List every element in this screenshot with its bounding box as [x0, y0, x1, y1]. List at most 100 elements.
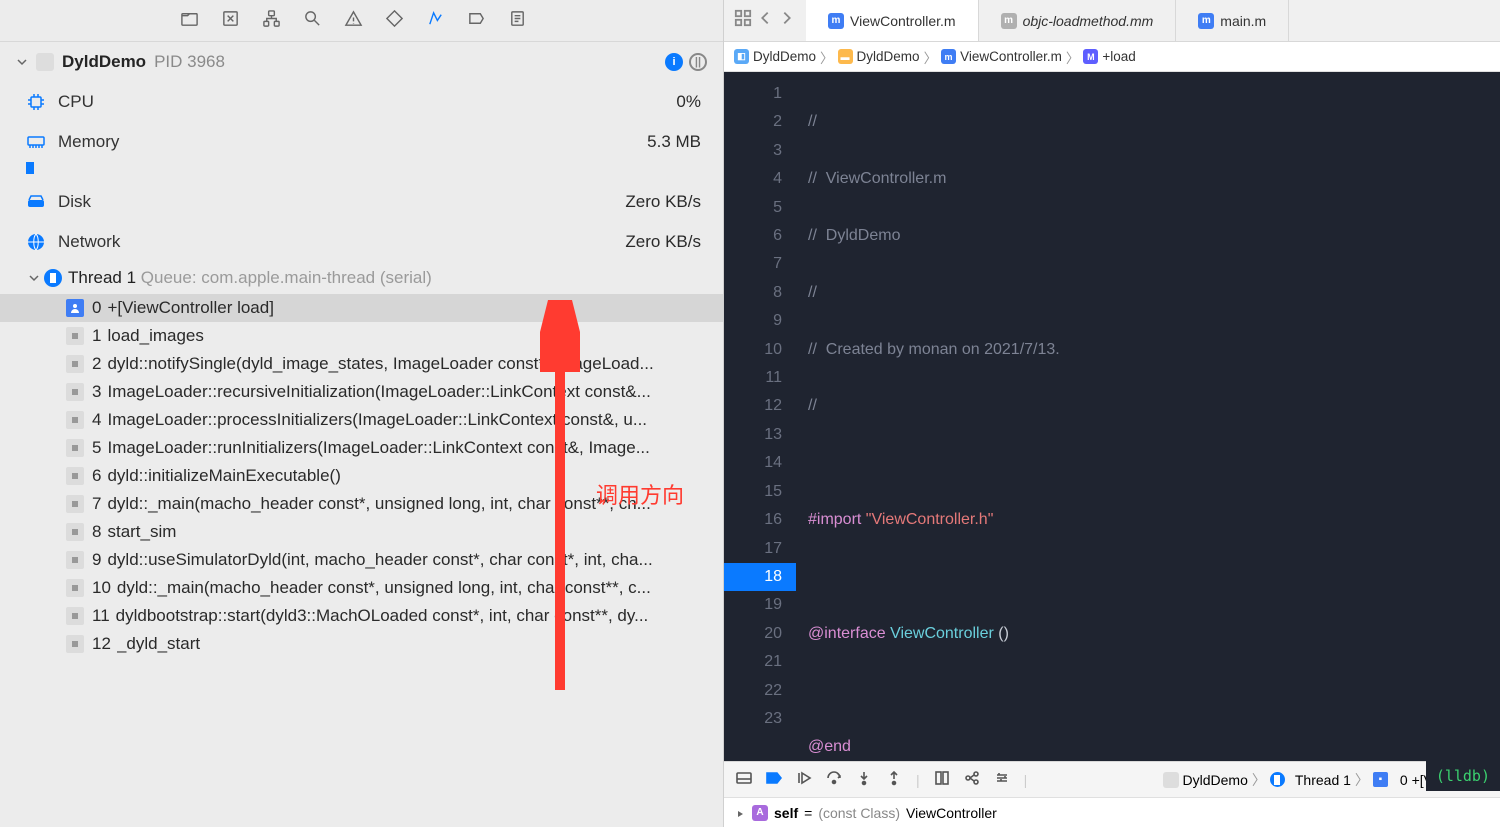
stack-frame[interactable]: 5 ImageLoader::runInitializers(ImageLoade…: [0, 434, 723, 462]
objc-mm-icon: m: [1001, 13, 1017, 29]
frame-symbol: +[ViewController load]: [107, 298, 273, 318]
user-frame-icon: [66, 299, 84, 317]
disclosure-icon: [16, 56, 28, 68]
file-m-icon: m: [941, 49, 956, 64]
disclosure-icon: [736, 808, 746, 818]
forward-icon[interactable]: [778, 9, 796, 32]
stack-frame[interactable]: 12_dyld_start: [0, 630, 723, 658]
stack-frame[interactable]: 11 dyldbootstrap::start(dyld3::MachOLoade…: [0, 602, 723, 630]
info-badge[interactable]: i: [665, 53, 683, 71]
stack-frame[interactable]: 1load_images: [0, 322, 723, 350]
frame-number: 5: [92, 438, 101, 458]
tag-icon[interactable]: [385, 9, 404, 33]
env-overrides-icon[interactable]: [994, 770, 1010, 789]
code-editor[interactable]: 1234567891011121314151617181920212223 //…: [724, 72, 1500, 761]
dbg-app[interactable]: DyldDemo: [1183, 772, 1248, 788]
frame-symbol: dyld::_main(macho_header const*, unsigne…: [107, 494, 650, 514]
thread-icon: [1270, 772, 1285, 787]
debug-navigator: DyldDemo PID 3968 i || CPU 0% Memory 5.3…: [0, 0, 724, 827]
frame-number: 0: [92, 298, 101, 318]
tab-loadmethod[interactable]: m objc-loadmethod.mm: [979, 0, 1177, 41]
memory-graph-icon[interactable]: [964, 770, 980, 789]
tab-bar: m ViewController.m m objc-loadmethod.mm …: [724, 0, 1500, 42]
process-header[interactable]: DyldDemo PID 3968 i ||: [0, 42, 723, 82]
stack-frame[interactable]: 9dyld::useSimulatorDyld(int, macho_heade…: [0, 546, 723, 574]
report-icon[interactable]: [508, 9, 527, 33]
app-icon: [36, 53, 54, 71]
thread-queue: Queue: com.apple.main-thread (serial): [141, 268, 432, 288]
system-frame-icon: [66, 635, 84, 653]
editor-panel: m ViewController.m m objc-loadmethod.mm …: [724, 0, 1500, 827]
frame-number: 3: [92, 382, 101, 402]
bc-file[interactable]: ViewController.m: [960, 49, 1062, 64]
back-icon[interactable]: [756, 9, 774, 32]
frame-number: 1: [92, 326, 101, 346]
disk-row[interactable]: Disk Zero KB/s: [0, 182, 723, 222]
network-label: Network: [58, 232, 120, 252]
memory-row[interactable]: Memory 5.3 MB: [0, 122, 723, 162]
frame-symbol: dyldbootstrap::start(dyld3::MachOLoaded …: [116, 606, 649, 626]
x-box-icon[interactable]: [221, 9, 240, 33]
lldb-prompt[interactable]: (lldb): [1426, 761, 1500, 791]
frame-number: 6: [92, 466, 101, 486]
thread-name: Thread 1: [68, 268, 136, 288]
view-debug-icon[interactable]: [934, 770, 950, 789]
stack-frame[interactable]: 10dyld::_main(macho_header const*, unsig…: [0, 574, 723, 602]
network-row[interactable]: Network Zero KB/s: [0, 222, 723, 262]
breakpoint-icon[interactable]: [467, 9, 486, 33]
tab-label: main.m: [1220, 13, 1266, 29]
network-icon: [26, 232, 48, 252]
stack-frame[interactable]: 3ImageLoader::recursiveInitialization(Im…: [0, 378, 723, 406]
stack-frame[interactable]: 8start_sim: [0, 518, 723, 546]
variables-bar[interactable]: A self = (const Class) ViewController: [724, 797, 1500, 827]
code-lines[interactable]: // // ViewController.m // DyldDemo // //…: [796, 72, 1500, 761]
disk-value: Zero KB/s: [625, 192, 701, 212]
memory-icon: [26, 132, 48, 152]
bc-method[interactable]: +load: [1102, 49, 1135, 64]
thread-row[interactable]: Thread 1 Queue: com.apple.main-thread (s…: [0, 262, 723, 294]
frame-number: 2: [92, 354, 101, 374]
stack-frame[interactable]: 2dyld::notifySingle(dyld_image_states, I…: [0, 350, 723, 378]
tab-main[interactable]: m main.m: [1176, 0, 1289, 41]
debug-icon[interactable]: [426, 9, 445, 33]
warning-icon[interactable]: [344, 9, 363, 33]
stack-frame[interactable]: 0 +[ViewController load]: [0, 294, 723, 322]
step-out-icon[interactable]: [886, 770, 902, 789]
system-frame-icon: [66, 579, 84, 597]
tab-label: ViewController.m: [850, 13, 956, 29]
frame-symbol: ImageLoader::runInitializers(ImageLoader…: [107, 438, 649, 458]
frame-symbol: ImageLoader::processInitializers(ImageLo…: [107, 410, 647, 430]
search-icon[interactable]: [303, 9, 322, 33]
pause-badge[interactable]: ||: [689, 53, 707, 71]
continue-icon[interactable]: [796, 770, 812, 789]
frame-number: 8: [92, 522, 101, 542]
folder-icon[interactable]: [180, 9, 199, 33]
memory-value: 5.3 MB: [647, 132, 701, 152]
dbg-thread[interactable]: Thread 1: [1295, 772, 1351, 788]
tab-viewcontroller[interactable]: m ViewController.m: [806, 0, 979, 41]
step-into-icon[interactable]: [856, 770, 872, 789]
hide-debugger-icon[interactable]: [736, 770, 752, 789]
breakpoints-icon[interactable]: [766, 770, 782, 789]
system-frame-icon: [66, 467, 84, 485]
step-over-icon[interactable]: [826, 770, 842, 789]
breadcrumb[interactable]: ◧ DyldDemo 〉 ▬ DyldDemo 〉 m ViewControll…: [724, 42, 1500, 72]
related-items-icon[interactable]: [734, 9, 752, 32]
frame-number: 11: [92, 606, 110, 626]
line-gutter[interactable]: 1234567891011121314151617181920212223: [724, 72, 796, 761]
cpu-row[interactable]: CPU 0%: [0, 82, 723, 122]
hierarchy-icon[interactable]: [262, 9, 281, 33]
system-frame-icon: [66, 327, 84, 345]
stack-frame[interactable]: 4ImageLoader::processInitializers(ImageL…: [0, 406, 723, 434]
cpu-icon: [26, 92, 48, 112]
system-frame-icon: [66, 411, 84, 429]
disk-icon: [26, 192, 48, 212]
objc-m-icon: m: [828, 13, 844, 29]
chevron-right-icon: 〉: [924, 47, 938, 67]
navigator-toolbar: [0, 0, 723, 42]
bc-folder[interactable]: DyldDemo: [857, 49, 920, 64]
memory-bar: [26, 162, 34, 174]
var-value: ViewController: [906, 805, 997, 821]
bc-project[interactable]: DyldDemo: [753, 49, 816, 64]
system-frame-icon: [66, 383, 84, 401]
